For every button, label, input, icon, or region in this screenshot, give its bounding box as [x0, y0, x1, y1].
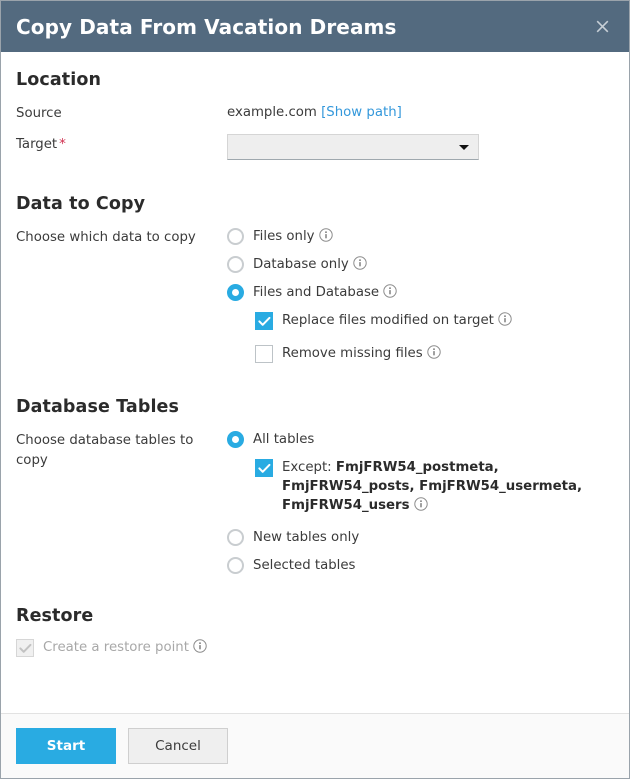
section-heading-restore: Restore: [16, 606, 615, 626]
radio-option-all-tables[interactable]: All tables: [227, 430, 615, 449]
radio-option-database-only[interactable]: Database only: [227, 255, 615, 274]
info-icon-replace-files[interactable]: [498, 312, 512, 326]
source-label: Source: [16, 103, 227, 123]
dialog-body: Location Source example.com [Show path] …: [1, 52, 629, 713]
radio-label-files-and-database: Files and Database: [244, 283, 397, 302]
spacer-location-data: [16, 171, 615, 194]
radio-label-new-tables-only: New tables only: [244, 528, 359, 547]
radio-label-all-tables: All tables: [244, 430, 314, 449]
radio-new-tables-only[interactable]: [227, 529, 244, 546]
database-tables-prompt: Choose database tables to copy: [16, 430, 227, 471]
target-select[interactable]: [227, 134, 479, 160]
source-value-wrap: example.com [Show path]: [227, 103, 615, 122]
spacer-data-tables: [16, 374, 615, 397]
radio-label-selected-tables: Selected tables: [244, 556, 355, 575]
checkbox-label-remove-missing: Remove missing files: [273, 344, 441, 363]
checkbox-except-tables[interactable]: [255, 459, 273, 477]
checkbox-label-except-tables: Except: FmjFRW54_postmeta, FmjFRW54_post…: [273, 458, 615, 515]
checkbox-replace-files-modified[interactable]: [255, 312, 273, 330]
info-icon-files-only[interactable]: [319, 228, 333, 242]
radio-option-selected-tables[interactable]: Selected tables: [227, 556, 615, 575]
info-icon-database-only[interactable]: [353, 256, 367, 270]
checkbox-option-create-restore-point: Create a restore point: [16, 638, 615, 657]
radio-selected-tables[interactable]: [227, 557, 244, 574]
target-label-text: Target: [16, 137, 57, 152]
data-to-copy-prompt: Choose which data to copy: [16, 227, 227, 247]
spacer-tables-restore: [16, 586, 615, 606]
target-label: Target*: [16, 134, 227, 154]
checkbox-option-except-tables[interactable]: Except: FmjFRW54_postmeta, FmjFRW54_post…: [255, 458, 615, 515]
source-value: example.com: [227, 105, 317, 120]
data-to-copy-row: Choose which data to copy Files only Dat…: [16, 227, 615, 363]
close-icon[interactable]: [589, 14, 615, 40]
database-tables-options: All tables Except: FmjFRW54_postmeta, Fm…: [227, 430, 615, 575]
info-icon-create-restore-point[interactable]: [193, 639, 207, 653]
info-icon-except-tables[interactable]: [414, 497, 428, 511]
target-row: Target*: [16, 134, 615, 160]
show-path-link[interactable]: [Show path]: [321, 105, 402, 120]
radio-option-new-tables-only[interactable]: New tables only: [227, 528, 615, 547]
radio-label-files-only: Files only: [244, 227, 333, 246]
checkbox-label-create-restore-point: Create a restore point: [34, 638, 207, 657]
info-icon-remove-missing[interactable]: [427, 345, 441, 359]
source-row: Source example.com [Show path]: [16, 103, 615, 123]
radio-option-files-only[interactable]: Files only: [227, 227, 615, 246]
dialog-footer: Start Cancel: [1, 713, 629, 778]
data-to-copy-options: Files only Database only Files and Datab…: [227, 227, 615, 363]
radio-option-files-and-database[interactable]: Files and Database: [227, 283, 615, 302]
start-button[interactable]: Start: [16, 728, 116, 764]
chevron-down-icon: [459, 145, 469, 150]
radio-files-only[interactable]: [227, 228, 244, 245]
database-tables-row: Choose database tables to copy All table…: [16, 430, 615, 575]
cancel-button[interactable]: Cancel: [128, 728, 228, 764]
checkbox-create-restore-point: [16, 639, 34, 657]
radio-label-database-only: Database only: [244, 255, 367, 274]
section-heading-data-to-copy: Data to Copy: [16, 194, 615, 214]
checkbox-label-replace-files: Replace files modified on target: [273, 311, 512, 330]
radio-all-tables[interactable]: [227, 431, 244, 448]
checkbox-option-remove-missing[interactable]: Remove missing files: [255, 344, 615, 363]
dialog-titlebar: Copy Data From Vacation Dreams: [1, 1, 629, 52]
checkbox-option-replace-files[interactable]: Replace files modified on target: [255, 311, 615, 330]
info-icon-files-and-database[interactable]: [383, 284, 397, 298]
dialog-title: Copy Data From Vacation Dreams: [16, 15, 589, 39]
section-heading-database-tables: Database Tables: [16, 397, 615, 417]
radio-database-only[interactable]: [227, 256, 244, 273]
copy-data-dialog: Copy Data From Vacation Dreams Location …: [0, 0, 630, 779]
target-field-wrap: [227, 134, 615, 160]
checkbox-remove-missing-files[interactable]: [255, 345, 273, 363]
required-marker: *: [57, 136, 66, 152]
section-heading-location: Location: [16, 70, 615, 90]
except-prefix: Except:: [282, 460, 336, 475]
radio-files-and-database[interactable]: [227, 284, 244, 301]
